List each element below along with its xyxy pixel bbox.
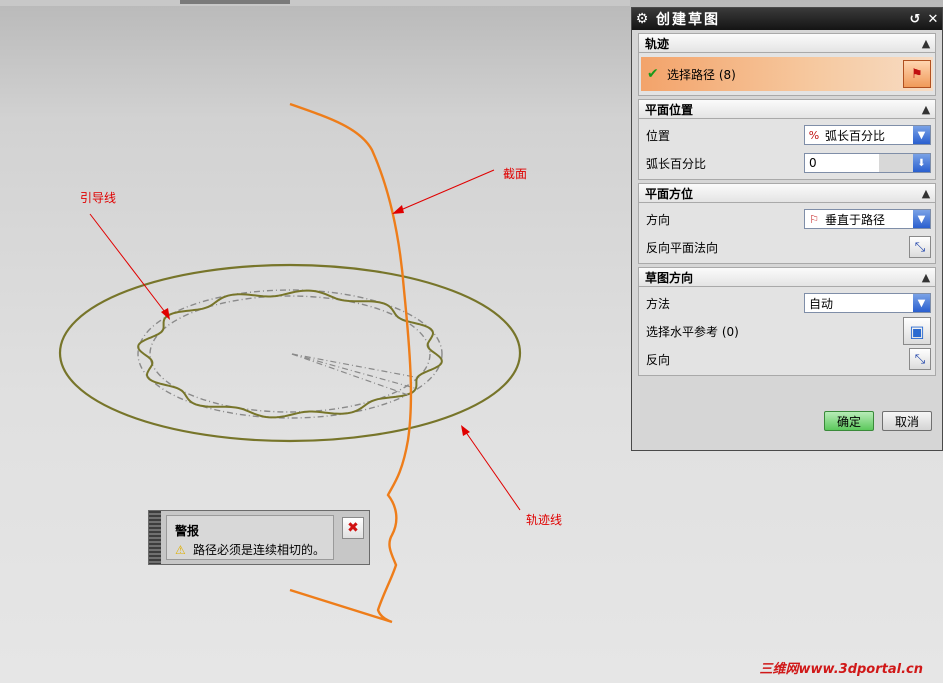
chevron-down-icon[interactable]: ▼ [913,126,930,144]
section-plane-orientation-title: 平面方位 [645,186,694,201]
curve-select-icon[interactable]: ⚑ [903,60,931,88]
section-plane-position-header[interactable]: 平面位置 ▲ [638,99,936,119]
reverse-label: 反向 [646,352,671,367]
section-sketch-orientation-body: 方法 自动 ▼ 选择水平参考 (0) ▣ 反向 ⤡ [638,287,936,376]
stepper-icon[interactable]: ⬇ [913,154,930,172]
section-trajectory-title: 轨迹 [645,36,670,51]
slider-track[interactable] [879,154,913,172]
method-select[interactable]: 自动 ▼ [804,293,931,313]
section-sketch-orientation-header[interactable]: 草图方向 ▲ [638,267,936,287]
section-plane-orientation-header[interactable]: 平面方位 ▲ [638,183,936,203]
section-arrow [395,169,495,213]
position-select[interactable]: % 弧长百分比 ▼ [804,125,931,145]
section-plane-position-body: 位置 % 弧长百分比 ▼ 弧长百分比 0 ⬇ [638,119,936,180]
dash-ray-3 [291,353,412,397]
gear-icon[interactable]: ⚙ [632,11,652,27]
arc-percent-row: 弧长百分比 0 ⬇ [639,149,935,177]
reverse-direction-icon[interactable]: ⤡ [909,348,931,370]
method-value: 自动 [809,296,834,311]
close-icon[interactable]: ✖ [342,517,364,539]
select-path-label: 选择路径 (8) [667,67,736,82]
guide-wavy-curve [137,289,443,419]
create-sketch-dialog: ⚙ 创建草图 ↺ ✕ 轨迹 ▲ ✔ 选择路径 (8) ⚑ 平面位置 ▲ 位置 %… [631,7,943,451]
position-value: 弧长百分比 [825,128,886,143]
direction-select[interactable]: ⚐ 垂直于路径 ▼ [804,209,931,229]
dash-ray-1 [291,353,421,379]
cancel-button[interactable]: 取消 [882,411,932,431]
horizontal-ref-label: 选择水平参考 (0) [646,324,739,339]
section-plane-orientation-body: 方向 ⚐ 垂直于路径 ▼ 反向平面法向 ⤡ [638,203,936,264]
collapse-icon[interactable]: ▲ [917,271,935,284]
dialog-titlebar[interactable]: ⚙ 创建草图 ↺ ✕ [632,8,942,30]
select-path-row[interactable]: ✔ 选择路径 (8) ⚑ [641,57,933,91]
guide-curve-group[interactable] [137,289,443,419]
alert-message: 路径必须是连续相切的。 [193,543,326,557]
arc-percent-value[interactable]: 0 [805,156,879,170]
guide-arrow [89,213,169,317]
reset-icon[interactable]: ↺ [906,10,924,28]
section-annotation: 截面 [503,167,528,181]
guide-annotation: 引导线 [80,191,117,205]
position-label: 位置 [646,128,671,143]
arc-percent-input[interactable]: 0 ⬇ [804,153,931,173]
reverse-direction-icon[interactable]: ⤡ [909,236,931,258]
watermark: 三维网www.3dportal.cn [759,662,923,677]
method-row: 方法 自动 ▼ [639,289,935,317]
section-arrowhead [392,205,404,214]
section-plane-position-title: 平面位置 [645,102,694,117]
section-sketch-orientation-title: 草图方向 [645,270,694,285]
horizontal-ref-row: 选择水平参考 (0) ▣ [639,317,935,345]
trajectory-arrowhead [461,425,470,436]
normal-to-path-icon: ⚐ [809,212,819,226]
warning-icon: ⚠ [175,542,186,557]
ok-button[interactable]: 确定 [824,411,874,431]
trajectory-arrow [462,427,521,511]
section-trajectory-body: ✔ 选择路径 (8) ⚑ [638,53,936,96]
reverse-normal-label: 反向平面法向 [646,240,719,255]
reverse-normal-row: 反向平面法向 ⤡ [639,233,935,261]
alert-popup: 警报 ⚠ 路径必须是连续相切的。 ✖ [148,510,370,565]
dialog-title: 创建草图 [656,12,720,28]
collapse-icon[interactable]: ▲ [917,187,935,200]
direction-label: 方向 [646,212,671,227]
alert-title: 警报 [175,524,200,538]
drag-handle[interactable] [149,511,161,564]
method-label: 方法 [646,296,671,311]
direction-value: 垂直于路径 [825,212,886,227]
guide-dashed-ring-1 [137,289,443,419]
cube-icon[interactable]: ▣ [903,317,931,345]
checkmark-icon: ✔ [647,66,659,82]
arc-percent-icon: % [808,128,820,142]
alert-body: 警报 ⚠ 路径必须是连续相切的。 [166,515,334,560]
chevron-down-icon[interactable]: ▼ [913,210,930,228]
reverse-row: 反向 ⤡ [639,345,935,373]
collapse-icon[interactable]: ▲ [917,37,935,50]
guide-dashed-ring-2 [149,295,431,413]
collapse-icon[interactable]: ▲ [917,103,935,116]
alert-message-row: ⚠ 路径必须是连续相切的。 [175,541,325,558]
trajectory-annotation: 轨迹线 [526,513,563,527]
dash-ray-2 [291,353,419,390]
close-icon[interactable]: ✕ [924,10,942,28]
section-trajectory-header[interactable]: 轨迹 ▲ [638,33,936,53]
chevron-down-icon[interactable]: ▼ [913,294,930,312]
position-row: 位置 % 弧长百分比 ▼ [639,121,935,149]
dialog-footer: 确定 取消 [632,406,942,436]
arc-percent-label: 弧长百分比 [646,156,707,171]
direction-row: 方向 ⚐ 垂直于路径 ▼ [639,205,935,233]
